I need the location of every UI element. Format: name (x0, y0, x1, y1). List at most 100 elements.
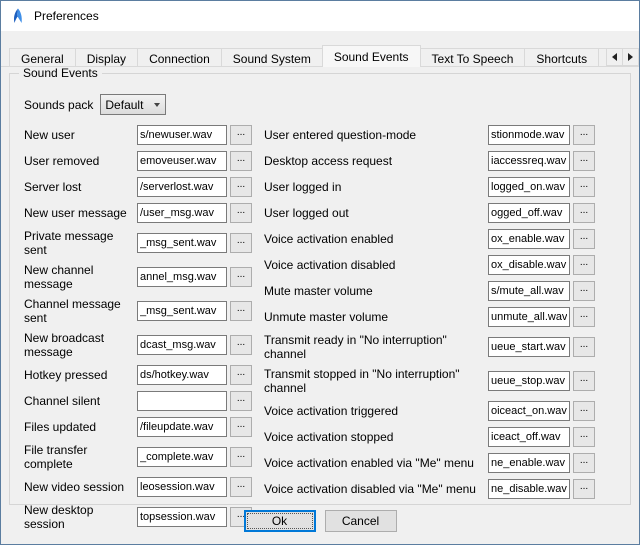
sound-event-label: Voice activation enabled via "Me" menu (264, 456, 488, 470)
sound-file-input[interactable] (137, 477, 227, 497)
sound-event-row: New video session... (24, 477, 254, 497)
browse-button[interactable]: ... (573, 337, 595, 357)
sound-event-label: Files updated (24, 420, 137, 434)
events-column-left: New user...User removed...Server lost...… (24, 125, 254, 537)
sound-event-label: Voice activation disabled via "Me" menu (264, 482, 488, 496)
browse-button[interactable]: ... (573, 229, 595, 249)
sound-file-input[interactable] (488, 151, 570, 171)
browse-button[interactable]: ... (230, 335, 252, 355)
browse-button[interactable]: ... (230, 391, 252, 411)
sound-event-label: New video session (24, 480, 137, 494)
sound-file-input[interactable] (488, 307, 570, 327)
sound-event-label: Voice activation disabled (264, 258, 488, 272)
sound-file-input[interactable] (488, 427, 570, 447)
sound-file-input[interactable] (488, 401, 570, 421)
arrow-right-icon (628, 53, 633, 61)
sound-file-input[interactable] (137, 233, 227, 253)
tab-sound-system[interactable]: Sound System (221, 48, 323, 67)
sound-event-row: User removed... (24, 151, 254, 171)
browse-button[interactable]: ... (573, 479, 595, 499)
sound-event-label: New user message (24, 206, 137, 220)
sound-event-row: Unmute master volume... (264, 307, 620, 327)
tab-display[interactable]: Display (75, 48, 138, 67)
sounds-pack-select[interactable]: Default (100, 94, 166, 115)
sound-file-input[interactable] (488, 337, 570, 357)
sound-event-row: Voice activation enabled via "Me" menu..… (264, 453, 620, 473)
browse-button[interactable]: ... (573, 307, 595, 327)
sounds-pack-value: Default (105, 98, 143, 112)
browse-button[interactable]: ... (230, 447, 252, 467)
sound-event-row: Hotkey pressed... (24, 365, 254, 385)
browse-button[interactable]: ... (230, 267, 252, 287)
browse-button[interactable]: ... (230, 125, 252, 145)
sound-file-input[interactable] (488, 255, 570, 275)
sounds-pack-label: Sounds pack (24, 98, 93, 112)
sound-event-row: User entered question-mode... (264, 125, 620, 145)
sound-event-row: Voice activation disabled via "Me" menu.… (264, 479, 620, 499)
tab-connection[interactable]: Connection (137, 48, 222, 67)
tab-general[interactable]: General (9, 48, 76, 67)
ok-button[interactable]: Ok (244, 510, 316, 532)
sound-event-row: Voice activation stopped... (264, 427, 620, 447)
sound-event-row: Files updated... (24, 417, 254, 437)
tab-text-to-speech[interactable]: Text To Speech (420, 48, 526, 67)
sound-file-input[interactable] (137, 125, 227, 145)
browse-button[interactable]: ... (230, 203, 252, 223)
browse-button[interactable]: ... (573, 281, 595, 301)
sound-file-input[interactable] (137, 203, 227, 223)
sound-file-input[interactable] (488, 125, 570, 145)
sound-file-input[interactable] (137, 335, 227, 355)
sound-file-input[interactable] (137, 365, 227, 385)
browse-button[interactable]: ... (230, 365, 252, 385)
sound-file-input[interactable] (488, 479, 570, 499)
browse-button[interactable]: ... (573, 255, 595, 275)
sound-file-input[interactable] (488, 371, 570, 391)
sound-file-input[interactable] (137, 267, 227, 287)
sound-file-input[interactable] (488, 203, 570, 223)
browse-button[interactable]: ... (230, 233, 252, 253)
sound-event-row: Channel message sent... (24, 297, 254, 325)
sound-event-row: Transmit ready in "No interruption" chan… (264, 333, 620, 361)
sound-event-row: Server lost... (24, 177, 254, 197)
tab-sound-events[interactable]: Sound Events (322, 45, 421, 67)
sound-file-input[interactable] (137, 447, 227, 467)
browse-button[interactable]: ... (573, 151, 595, 171)
sound-file-input[interactable] (137, 417, 227, 437)
sound-file-input[interactable] (137, 151, 227, 171)
sound-file-input[interactable] (137, 177, 227, 197)
browse-button[interactable]: ... (573, 401, 595, 421)
tab-scroll-right-button[interactable] (622, 48, 639, 66)
sound-file-input[interactable] (488, 453, 570, 473)
browse-button[interactable]: ... (573, 203, 595, 223)
cancel-button[interactable]: Cancel (325, 510, 397, 532)
sound-file-input[interactable] (137, 391, 227, 411)
sound-event-label: File transfer complete (24, 443, 137, 471)
sound-event-row: Voice activation triggered... (264, 401, 620, 421)
sound-event-label: Desktop access request (264, 154, 488, 168)
sound-event-label: New broadcast message (24, 331, 137, 359)
browse-button[interactable]: ... (573, 177, 595, 197)
tab-scroll-left-button[interactable] (606, 48, 623, 66)
sound-event-row: Private message sent... (24, 229, 254, 257)
sound-event-row: Voice activation enabled... (264, 229, 620, 249)
sound-event-label: Voice activation triggered (264, 404, 488, 418)
sound-file-input[interactable] (488, 177, 570, 197)
browse-button[interactable]: ... (230, 301, 252, 321)
title-bar: Preferences (1, 1, 639, 31)
sound-event-label: Private message sent (24, 229, 137, 257)
browse-button[interactable]: ... (573, 453, 595, 473)
preferences-window: Preferences General Display Connection S… (0, 0, 640, 545)
sound-file-input[interactable] (488, 229, 570, 249)
sound-file-input[interactable] (488, 281, 570, 301)
browse-button[interactable]: ... (230, 151, 252, 171)
tab-bar: General Display Connection Sound System … (1, 45, 639, 67)
sound-event-row: User logged out... (264, 203, 620, 223)
browse-button[interactable]: ... (573, 427, 595, 447)
browse-button[interactable]: ... (573, 371, 595, 391)
browse-button[interactable]: ... (230, 477, 252, 497)
browse-button[interactable]: ... (573, 125, 595, 145)
sound-file-input[interactable] (137, 301, 227, 321)
browse-button[interactable]: ... (230, 417, 252, 437)
browse-button[interactable]: ... (230, 177, 252, 197)
tab-shortcuts[interactable]: Shortcuts (524, 48, 599, 67)
